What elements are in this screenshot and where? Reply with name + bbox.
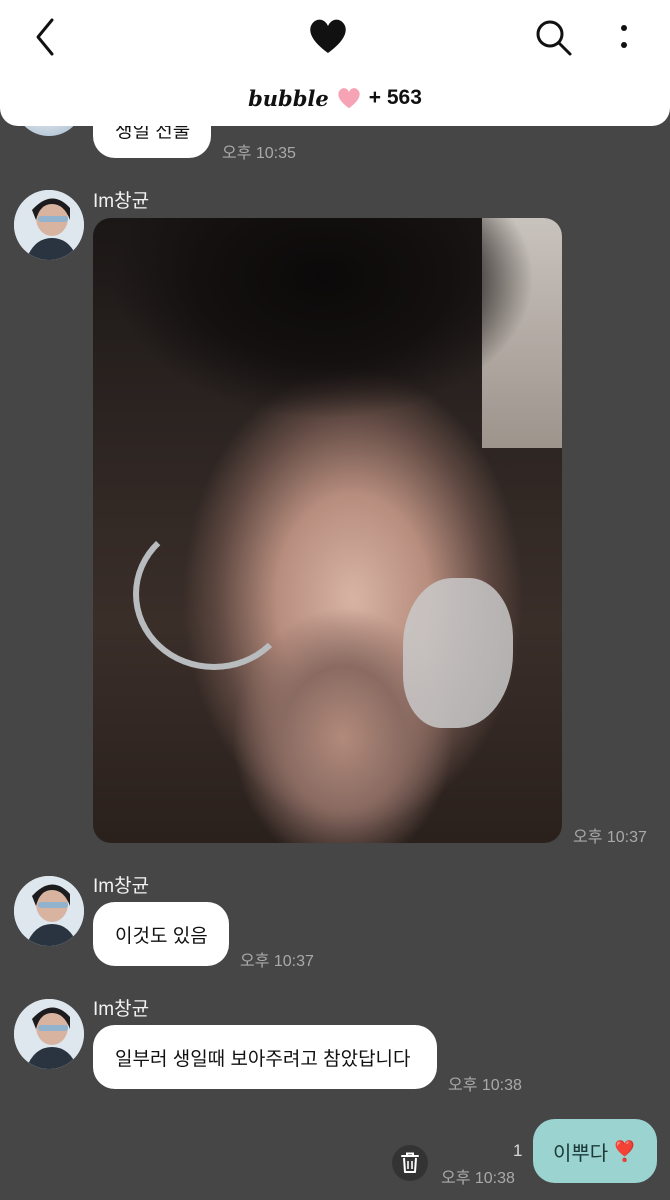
message-time: 오후 10:35 bbox=[222, 145, 296, 162]
delete-button[interactable] bbox=[392, 1145, 428, 1181]
avatar-photo bbox=[14, 999, 84, 1069]
pink-heart-icon bbox=[338, 88, 360, 109]
search-icon bbox=[536, 20, 572, 56]
sender-name: Im창균 bbox=[93, 191, 150, 212]
sender-name: Im창균 bbox=[93, 999, 150, 1020]
message-time: 오후 10:38 bbox=[448, 1077, 522, 1094]
unread-count: 1 bbox=[513, 1141, 523, 1160]
subscriber-info: bubble + 563 bbox=[0, 82, 670, 114]
subscriber-count: + 563 bbox=[368, 86, 422, 109]
message-text: 일부러 생일때 보아주려고 참았답니다 bbox=[115, 1048, 411, 1070]
avatar[interactable] bbox=[14, 876, 84, 946]
message-text: 이뿌다 bbox=[552, 1142, 609, 1165]
more-options-button[interactable] bbox=[606, 16, 642, 60]
photo-detail bbox=[133, 518, 295, 670]
message-time: 오후 10:37 bbox=[240, 953, 314, 970]
message-bubble: 일부러 생일때 보아주려고 참았답니다 bbox=[93, 1025, 437, 1089]
avatar-photo bbox=[14, 876, 84, 946]
sender-name: Im창균 bbox=[93, 876, 150, 897]
my-message-bubble: 이뿌다 ❣️ bbox=[533, 1119, 657, 1183]
avatar[interactable] bbox=[14, 999, 84, 1069]
trash-icon bbox=[401, 1152, 419, 1173]
avatar[interactable] bbox=[14, 190, 84, 260]
message-bubble: 이것도 있음 bbox=[93, 902, 229, 966]
message-text: 이것도 있음 bbox=[115, 925, 208, 947]
brand-name: bubble bbox=[248, 85, 329, 111]
avatar-photo bbox=[14, 190, 84, 260]
photo-detail bbox=[113, 218, 533, 418]
message-time: 오후 10:38 bbox=[441, 1170, 515, 1187]
more-vertical-icon bbox=[621, 25, 627, 48]
chevron-left-icon bbox=[36, 18, 54, 56]
chat-header: bubble + 563 bbox=[0, 0, 670, 126]
black-heart-icon bbox=[306, 16, 350, 56]
heart-exclamation-emoji: ❣️ bbox=[612, 1140, 638, 1163]
message-time: 오후 10:37 bbox=[573, 829, 647, 846]
photo-message[interactable] bbox=[93, 218, 562, 843]
search-button[interactable] bbox=[532, 16, 576, 60]
back-button[interactable] bbox=[28, 14, 64, 60]
photo-detail bbox=[403, 578, 513, 728]
